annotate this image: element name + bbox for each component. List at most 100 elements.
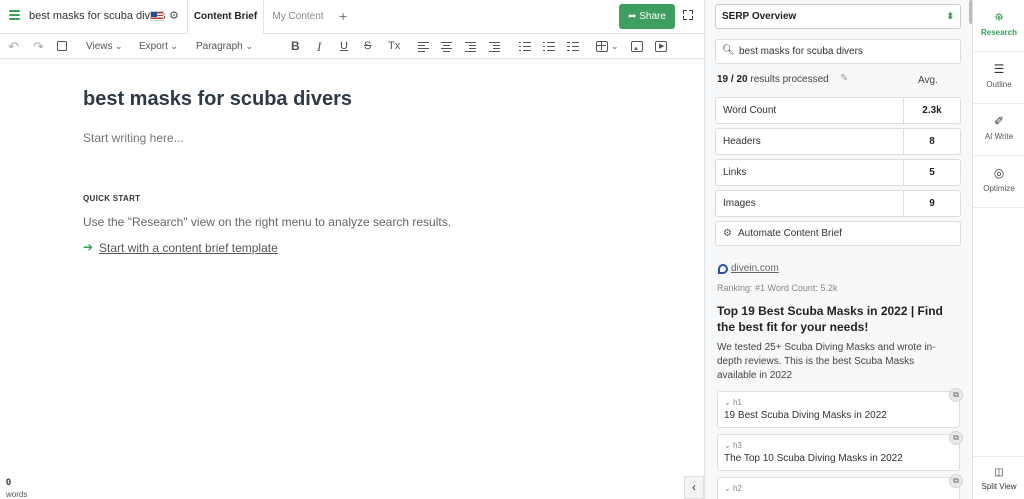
target-icon: ◎ <box>993 166 1005 180</box>
numbered-list-icon[interactable] <box>543 42 555 52</box>
result-title[interactable]: Top 19 Best Scuba Masks in 2022 | Find t… <box>717 303 961 335</box>
heading-card[interactable]: ⌄ h3 The Top 10 Scuba Diving Masks in 20… <box>717 431 963 471</box>
content-brief-template-link[interactable]: Start with a content brief template <box>99 241 278 255</box>
serp-search-input[interactable]: 🔍︎ best masks for scuba divers <box>715 39 961 64</box>
views-dropdown[interactable]: Views <box>86 38 123 55</box>
outline-icon: ☰ <box>993 62 1005 76</box>
undo-icon[interactable]: ↶ <box>8 38 19 55</box>
tab-my-content[interactable]: My Content <box>265 0 331 34</box>
table-dropdown-chevron-icon[interactable]: ⌄ <box>611 38 619 55</box>
metric-value: 2.3k <box>903 98 960 123</box>
document-heading[interactable]: best masks for scuba divers <box>83 88 352 111</box>
us-flag-icon[interactable] <box>150 11 164 21</box>
serp-view-label: SERP Overview <box>722 11 797 22</box>
share-arrow-icon: ➦ <box>628 11 637 22</box>
video-icon[interactable]: ▶ <box>655 41 667 52</box>
result-ranking: Ranking: #1 Word Count: 5.2k <box>717 283 838 293</box>
document-title[interactable]: best masks for scuba divers <box>29 10 165 22</box>
arrow-right-icon: ➔ <box>83 240 94 254</box>
site-favicon-icon <box>718 264 728 274</box>
heading-tag: ⌄ h2 <box>724 484 742 493</box>
metric-name: Word Count <box>723 105 777 116</box>
share-label: Share <box>639 11 666 22</box>
heading-card[interactable]: ⌄ h1 19 Best Scuba Diving Masks in 2022 … <box>717 388 963 428</box>
word-count-label: words <box>6 490 28 499</box>
share-button[interactable]: ➦ Share <box>619 4 675 29</box>
select-caret-icon: ⬍ <box>946 11 954 21</box>
rail-label: Outline <box>986 80 1012 89</box>
result-description: We tested 25+ Scuba Diving Masks and wro… <box>717 342 936 381</box>
strikethrough-button[interactable]: S <box>364 38 371 55</box>
checklist-icon[interactable] <box>567 42 579 52</box>
metric-row: Images 9 <box>715 190 961 217</box>
metrics-table: Word Count 2.3k Headers 8 Links 5 Images… <box>715 97 961 221</box>
gear-icon[interactable]: ⚙ <box>169 9 179 22</box>
processed-label: results processed <box>747 74 829 85</box>
copy-icon[interactable]: ⧉ <box>949 388 963 402</box>
rail-item-research[interactable]: ⛯ Research <box>973 0 1024 52</box>
redo-icon[interactable]: ↷ <box>33 38 44 55</box>
automate-content-brief-button[interactable]: ⚙ Automate Content Brief <box>715 221 961 246</box>
binoculars-icon: ⛯ <box>994 10 1004 24</box>
save-icon[interactable] <box>57 38 67 55</box>
add-tab-button[interactable]: + <box>339 8 347 24</box>
metric-value: 8 <box>903 129 960 154</box>
results-processed: 19 / 20 results processed <box>717 74 829 85</box>
editor-body[interactable]: best masks for scuba divers Start writin… <box>0 60 704 499</box>
search-icon: 🔍︎ <box>722 45 735 56</box>
serp-view-select[interactable]: SERP Overview ⬍ <box>715 4 961 29</box>
processed-count: 19 / 20 <box>717 74 748 85</box>
bullet-list-icon[interactable] <box>519 42 531 52</box>
automate-label: Automate Content Brief <box>738 228 842 239</box>
heading-tag: ⌄ h3 <box>724 441 742 450</box>
clear-format-button[interactable]: Tx <box>388 38 400 55</box>
rail-item-optimize[interactable]: ◎ Optimize <box>973 156 1024 208</box>
paragraph-format-label: Paragraph <box>196 41 243 52</box>
outdent-icon[interactable] <box>465 42 476 53</box>
heading-text: The Top 10 Scuba Diving Masks in 2022 <box>724 453 903 464</box>
word-count-value: 0 <box>6 477 12 487</box>
metric-value: 9 <box>903 191 960 216</box>
rail-item-ai-write[interactable]: ✐ AI Write <box>973 104 1024 156</box>
split-view-button[interactable]: ◫ Split View <box>973 456 1024 499</box>
rail-label: AI Write <box>984 132 1014 141</box>
heading-card[interactable]: ⌄ h2 ⧉ <box>717 474 963 499</box>
align-center-icon[interactable] <box>441 42 452 53</box>
heading-tag: ⌄ h1 <box>724 398 742 407</box>
split-view-icon: ◫ <box>994 467 1004 478</box>
search-query: best masks for scuba divers <box>739 46 863 57</box>
split-view-label: Split View <box>981 482 1017 491</box>
image-icon[interactable]: ▲ <box>631 41 643 52</box>
indent-icon[interactable] <box>489 42 500 53</box>
result-domain-link[interactable]: divein.com <box>731 263 779 274</box>
right-rail: ⛯ Research ☰ Outline ✐ AI Write ◎ Optimi… <box>972 0 1024 499</box>
export-dropdown[interactable]: Export <box>139 38 178 55</box>
align-left-icon[interactable] <box>418 42 429 53</box>
metric-row: Links 5 <box>715 159 961 186</box>
metric-row: Word Count 2.3k <box>715 97 961 124</box>
copy-icon[interactable]: ⧉ <box>949 474 963 488</box>
metric-name: Links <box>723 167 747 178</box>
hamburger-icon[interactable] <box>9 10 20 21</box>
rail-label: Research <box>980 28 1018 37</box>
paragraph-format-select[interactable]: Paragraph <box>196 38 274 55</box>
tab-content-brief[interactable]: Content Brief <box>187 0 264 34</box>
table-icon[interactable] <box>596 41 608 52</box>
editor-placeholder[interactable]: Start writing here... <box>83 131 184 145</box>
underline-button[interactable]: U <box>340 38 348 55</box>
heading-text: 19 Best Scuba Diving Masks in 2022 <box>724 410 887 421</box>
metric-name: Images <box>723 198 756 209</box>
pencil-icon[interactable]: ✎ <box>840 73 848 84</box>
research-panel: SERP Overview ⬍ 🔍︎ best masks for scuba … <box>704 0 973 499</box>
rail-item-outline[interactable]: ☰ Outline <box>973 52 1024 104</box>
top-bar: best masks for scuba divers ⚙ Content Br… <box>0 0 704 34</box>
metric-value: 5 <box>903 160 960 185</box>
bold-button[interactable]: B <box>291 38 300 55</box>
copy-icon[interactable]: ⧉ <box>949 431 963 445</box>
expand-icon[interactable] <box>683 10 693 20</box>
italic-button[interactable]: I <box>317 38 321 55</box>
metric-row: Headers 8 <box>715 128 961 155</box>
avg-label: Avg. <box>918 75 938 86</box>
magic-wand-icon: ✐ <box>993 114 1005 128</box>
collapse-panel-button[interactable]: ‹ <box>684 476 704 499</box>
